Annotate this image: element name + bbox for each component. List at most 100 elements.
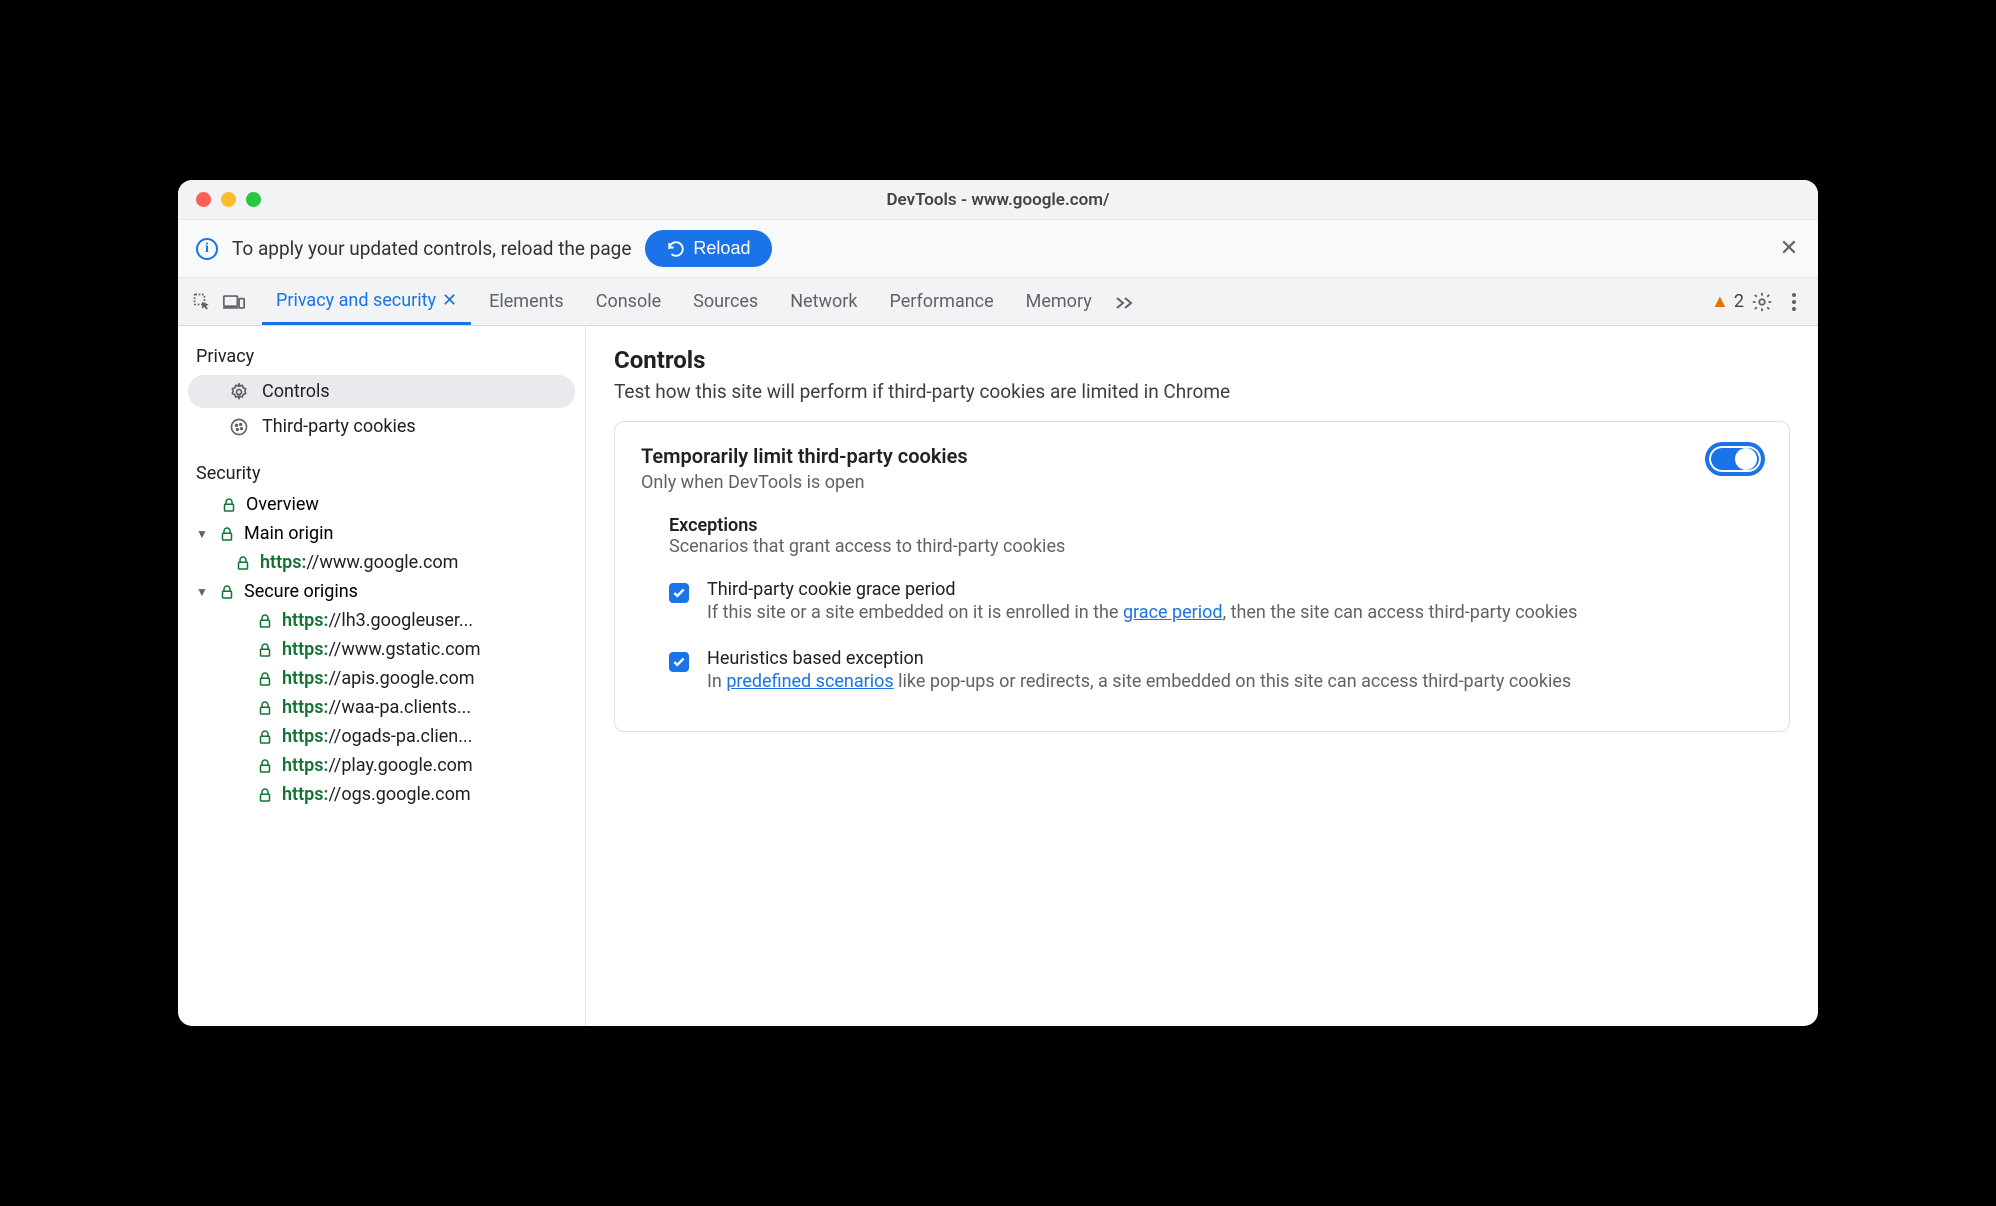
- tab-console[interactable]: Console: [582, 278, 675, 325]
- infobar-message: To apply your updated controls, reload t…: [232, 237, 631, 260]
- exception-title: Heuristics based exception: [707, 648, 1763, 669]
- sidebar: Privacy Controls Third-party cookies Sec…: [178, 326, 586, 1026]
- tab-privacy-and-security[interactable]: Privacy and security ✕: [262, 278, 471, 325]
- origin-item[interactable]: https://waa-pa.clients...: [178, 693, 585, 722]
- origin-item[interactable]: https://apis.google.com: [178, 664, 585, 693]
- tab-label: Privacy and security: [276, 290, 436, 311]
- inspect-element-icon[interactable]: [188, 288, 216, 316]
- tree-label: Secure origins: [244, 581, 358, 602]
- origin-item[interactable]: https://play.google.com: [178, 751, 585, 780]
- gear-icon: [228, 382, 250, 402]
- infobar-close-icon[interactable]: ✕: [1778, 238, 1800, 260]
- origin-host: //ogads-pa.clien...: [328, 726, 472, 747]
- tab-network[interactable]: Network: [776, 278, 871, 325]
- reload-button[interactable]: Reload: [645, 230, 772, 267]
- predefined-scenarios-link[interactable]: predefined scenarios: [726, 671, 893, 692]
- origin-item[interactable]: https://ogs.google.com: [178, 780, 585, 809]
- lock-icon: [256, 728, 274, 746]
- sidebar-item-label: Third-party cookies: [262, 416, 416, 437]
- page-subtitle: Test how this site will perform if third…: [614, 380, 1790, 403]
- sidebar-heading-privacy: Privacy: [178, 340, 585, 373]
- close-window-button[interactable]: [196, 192, 211, 207]
- origin-scheme: https:: [282, 784, 328, 805]
- tab-elements[interactable]: Elements: [475, 278, 578, 325]
- sidebar-item-label: Overview: [246, 494, 319, 515]
- sidebar-item-controls[interactable]: Controls: [188, 375, 575, 408]
- minimize-window-button[interactable]: [221, 192, 236, 207]
- grace-period-checkbox[interactable]: [669, 583, 689, 603]
- lock-icon: [220, 496, 238, 514]
- lock-icon: [256, 670, 274, 688]
- window-title: DevTools - www.google.com/: [178, 190, 1818, 210]
- warning-count: 2: [1734, 291, 1744, 312]
- lock-icon: [256, 757, 274, 775]
- info-icon: i: [196, 238, 218, 260]
- more-tabs-icon[interactable]: [1110, 288, 1138, 316]
- tab-close-icon[interactable]: ✕: [442, 290, 457, 311]
- heuristics-checkbox[interactable]: [669, 652, 689, 672]
- sidebar-item-label: Controls: [262, 381, 330, 402]
- tab-label: Performance: [890, 291, 994, 312]
- sidebar-item-overview[interactable]: Overview: [178, 490, 585, 519]
- exception-description: If this site or a site embedded on it is…: [707, 600, 1763, 626]
- exception-grace-period: Third-party cookie grace period If this …: [641, 571, 1763, 640]
- maximize-window-button[interactable]: [246, 192, 261, 207]
- origin-host: //waa-pa.clients...: [328, 697, 471, 718]
- settings-icon[interactable]: [1748, 288, 1776, 316]
- card-subtitle: Only when DevTools is open: [641, 472, 1707, 493]
- origin-scheme: https:: [260, 552, 306, 573]
- origin-item[interactable]: https://lh3.googleuser...: [178, 606, 585, 635]
- tab-label: Console: [596, 291, 661, 312]
- lock-icon: [256, 699, 274, 717]
- origin-main[interactable]: https://www.google.com: [178, 548, 585, 577]
- origin-host: //ogs.google.com: [328, 784, 470, 805]
- grace-period-link[interactable]: grace period: [1123, 602, 1223, 623]
- lock-icon: [218, 525, 236, 543]
- origin-item[interactable]: https://www.gstatic.com: [178, 635, 585, 664]
- tab-sources[interactable]: Sources: [679, 278, 772, 325]
- page-title: Controls: [614, 346, 1790, 374]
- tree-secure-origins[interactable]: ▼ Secure origins: [178, 577, 585, 606]
- origin-item[interactable]: https://ogads-pa.clien...: [178, 722, 585, 751]
- device-toolbar-icon[interactable]: [220, 288, 248, 316]
- lock-icon: [256, 612, 274, 630]
- lock-icon: [234, 554, 252, 572]
- exception-description: In predefined scenarios like pop-ups or …: [707, 669, 1763, 695]
- origin-scheme: https:: [282, 639, 328, 660]
- panel-body: Privacy Controls Third-party cookies Sec…: [178, 326, 1818, 1026]
- tree-main-origin[interactable]: ▼ Main origin: [178, 519, 585, 548]
- tab-memory[interactable]: Memory: [1012, 278, 1106, 325]
- tree-label: Main origin: [244, 523, 333, 544]
- kebab-menu-icon[interactable]: [1780, 288, 1808, 316]
- origin-host: //apis.google.com: [328, 668, 474, 689]
- warnings-badge[interactable]: ▲ 2: [1711, 291, 1744, 312]
- limit-cookies-toggle[interactable]: [1707, 444, 1763, 474]
- tab-label: Memory: [1026, 291, 1092, 312]
- devtools-window: DevTools - www.google.com/ i To apply yo…: [178, 180, 1818, 1026]
- lock-icon: [256, 641, 274, 659]
- main-content: Controls Test how this site will perform…: [586, 326, 1818, 1026]
- origin-host: //www.gstatic.com: [328, 639, 480, 660]
- exceptions-heading: Exceptions: [641, 515, 1763, 536]
- tab-label: Sources: [693, 291, 758, 312]
- warning-icon: ▲: [1711, 291, 1729, 312]
- tab-label: Elements: [489, 291, 564, 312]
- titlebar: DevTools - www.google.com/: [178, 180, 1818, 220]
- sidebar-heading-security: Security: [178, 457, 585, 490]
- caret-down-icon: ▼: [196, 527, 210, 541]
- cookie-icon: [228, 417, 250, 437]
- caret-down-icon: ▼: [196, 585, 210, 599]
- sidebar-item-third-party-cookies[interactable]: Third-party cookies: [188, 410, 575, 443]
- window-controls: [178, 192, 261, 207]
- card-title: Temporarily limit third-party cookies: [641, 444, 1707, 468]
- limit-cookies-card: Temporarily limit third-party cookies On…: [614, 421, 1790, 732]
- toggle-knob: [1735, 448, 1757, 470]
- origin-scheme: https:: [282, 697, 328, 718]
- origin-host: //www.google.com: [306, 552, 458, 573]
- reload-icon: [667, 240, 685, 258]
- infobar: i To apply your updated controls, reload…: [178, 220, 1818, 278]
- origin-scheme: https:: [282, 755, 328, 776]
- exception-title: Third-party cookie grace period: [707, 579, 1763, 600]
- tab-performance[interactable]: Performance: [876, 278, 1008, 325]
- origin-scheme: https:: [282, 610, 328, 631]
